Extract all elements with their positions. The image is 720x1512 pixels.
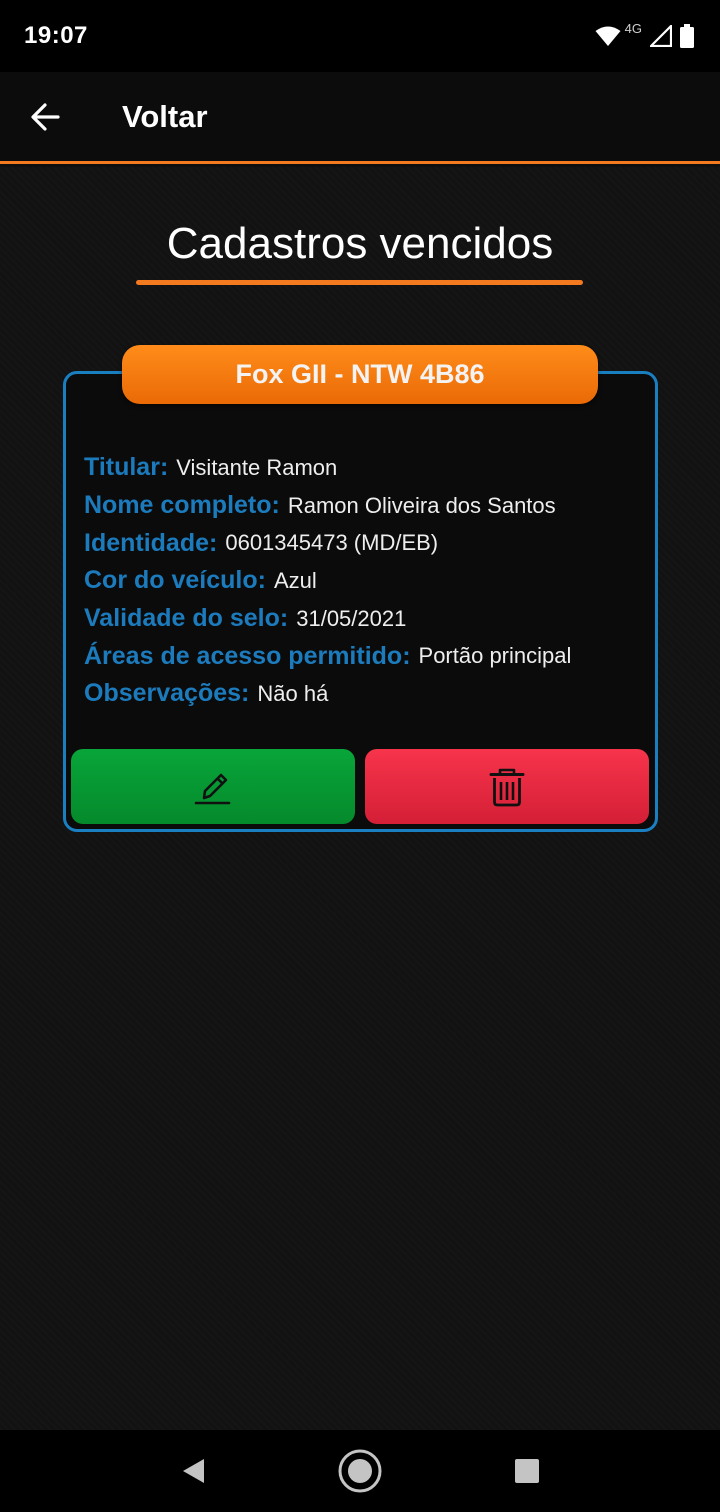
delete-button[interactable] <box>365 749 649 824</box>
info-label: Áreas de acesso permitido: <box>84 641 411 670</box>
info-value: Portão principal <box>418 643 572 669</box>
home-circle-icon <box>338 1449 382 1493</box>
system-nav-bar <box>0 1430 720 1512</box>
info-label: Nome completo: <box>84 491 280 520</box>
main-content: Cadastros vencidos Fox GII - NTW 4B86 Ti… <box>0 167 720 1430</box>
nav-home-button[interactable] <box>330 1441 390 1501</box>
vehicle-tag: Fox GII - NTW 4B86 <box>122 345 598 404</box>
info-label: Identidade: <box>84 528 218 557</box>
network-type-label: 4G <box>624 20 642 36</box>
info-value: Visitante Ramon <box>176 454 338 480</box>
info-label: Cor do veículo: <box>84 566 266 595</box>
status-time: 19:07 <box>24 22 88 49</box>
back-triangle-icon <box>183 1459 205 1483</box>
info-value: Azul <box>273 567 317 593</box>
app-bar: Voltar <box>0 72 720 164</box>
page-title: Cadastros vencidos <box>166 219 554 268</box>
back-button[interactable] <box>9 81 81 153</box>
status-icons: 4G <box>595 20 694 48</box>
arrow-left-icon <box>31 102 60 131</box>
info-value: 0601345473 (MD/EB) <box>225 530 439 556</box>
trash-icon <box>489 768 525 806</box>
info-label: Titular: <box>84 453 169 482</box>
vehicle-info-list: Titular: Visitante Ramon Nome completo: … <box>84 449 571 713</box>
nav-recents-button[interactable] <box>497 1441 557 1501</box>
info-row-observacoes: Observações: Não há <box>84 675 571 713</box>
info-label: Validade do selo: <box>84 604 289 633</box>
back-label[interactable]: Voltar <box>122 99 208 135</box>
info-row-validade-selo: Validade do selo: 31/05/2021 <box>84 600 571 638</box>
battery-icon <box>680 24 694 48</box>
edit-button[interactable] <box>71 749 355 824</box>
title-underline <box>136 280 583 285</box>
pencil-icon <box>194 773 231 804</box>
signal-icon <box>650 25 672 47</box>
info-value: Não há <box>257 680 329 706</box>
nav-back-button[interactable] <box>163 1441 223 1501</box>
wifi-icon <box>595 26 621 46</box>
info-row-areas-acesso: Áreas de acesso permitido: Portão princi… <box>84 637 571 675</box>
info-row-titular: Titular: Visitante Ramon <box>84 449 571 487</box>
recents-square-icon <box>514 1459 539 1483</box>
info-value: 31/05/2021 <box>296 605 407 631</box>
status-bar: 19:07 4G <box>0 0 720 72</box>
info-label: Observações: <box>84 679 250 708</box>
info-value: Ramon Oliveira dos Santos <box>287 492 556 518</box>
info-row-cor-veiculo: Cor do veículo: Azul <box>84 562 571 600</box>
info-row-identidade: Identidade: 0601345473 (MD/EB) <box>84 524 571 562</box>
info-row-nome-completo: Nome completo: Ramon Oliveira dos Santos <box>84 487 571 525</box>
